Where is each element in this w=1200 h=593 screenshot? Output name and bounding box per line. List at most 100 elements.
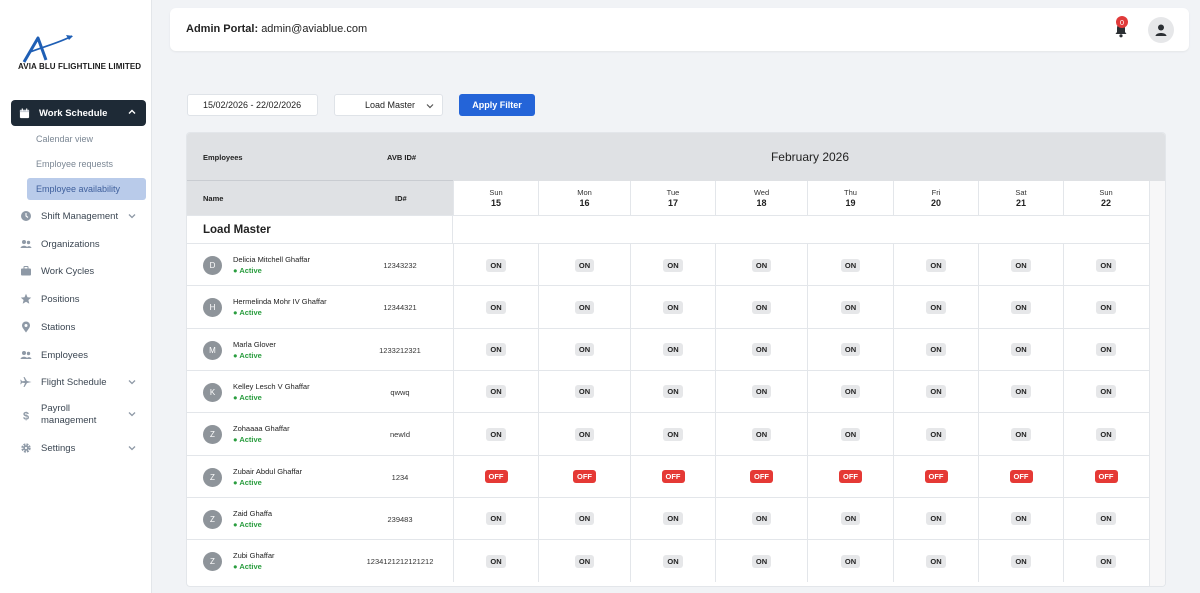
- availability-cell[interactable]: ON: [807, 370, 893, 413]
- availability-cell[interactable]: ON: [630, 540, 715, 583]
- availability-pill: ON: [1096, 554, 1116, 568]
- availability-cell[interactable]: ON: [1063, 540, 1148, 583]
- availability-cell[interactable]: ON: [978, 286, 1063, 329]
- availability-cell[interactable]: ON: [893, 540, 978, 583]
- svg-text:$: $: [23, 411, 29, 422]
- availability-cell[interactable]: OFF: [715, 455, 807, 498]
- availability-cell[interactable]: ON: [978, 413, 1063, 456]
- nav-stations[interactable]: Stations: [20, 317, 146, 337]
- availability-cell[interactable]: ON: [978, 497, 1063, 540]
- chevron-down-icon[interactable]: [127, 377, 137, 387]
- availability-pill: ON: [751, 512, 772, 526]
- availability-cell[interactable]: ON: [715, 540, 807, 583]
- availability-cell[interactable]: ON: [453, 328, 538, 371]
- header-avb-id: AVB ID#: [387, 153, 417, 162]
- nav-shift-management[interactable]: Shift Management: [20, 206, 146, 226]
- availability-cell[interactable]: OFF: [538, 455, 630, 498]
- availability-cell[interactable]: ON: [453, 497, 538, 540]
- chevron-down-icon[interactable]: [127, 211, 137, 221]
- availability-cell[interactable]: ON: [453, 370, 538, 413]
- position-select[interactable]: Load Master: [334, 94, 443, 116]
- chevron-down-icon[interactable]: [127, 443, 137, 453]
- availability-cell[interactable]: ON: [630, 497, 715, 540]
- header-employees: Employees: [203, 153, 243, 162]
- availability-cell[interactable]: ON: [715, 286, 807, 329]
- availability-cell[interactable]: ON: [715, 244, 807, 286]
- availability-pill: OFF: [750, 470, 773, 483]
- availability-cell[interactable]: ON: [715, 413, 807, 456]
- nav-organizations[interactable]: Organizations: [20, 234, 146, 254]
- availability-cell[interactable]: ON: [1063, 244, 1148, 286]
- availability-cell[interactable]: OFF: [807, 455, 893, 498]
- nav-positions[interactable]: Positions: [20, 289, 146, 309]
- availability-cell[interactable]: ON: [1063, 413, 1148, 456]
- availability-cell[interactable]: ON: [978, 328, 1063, 371]
- availability-cell[interactable]: ON: [1063, 286, 1148, 329]
- employee-name: Marla Glover: [233, 339, 276, 349]
- availability-cell[interactable]: ON: [893, 497, 978, 540]
- date-range-input[interactable]: 15/02/2026 - 22/02/2026: [187, 94, 318, 116]
- availability-cell[interactable]: ON: [538, 540, 630, 583]
- availability-cell[interactable]: ON: [807, 286, 893, 329]
- nav-flight-schedule[interactable]: Flight Schedule: [20, 372, 146, 392]
- availability-cell[interactable]: ON: [715, 328, 807, 371]
- availability-cell[interactable]: ON: [893, 413, 978, 456]
- availability-cell[interactable]: ON: [453, 540, 538, 583]
- availability-cell[interactable]: ON: [630, 286, 715, 329]
- availability-cell[interactable]: ON: [978, 370, 1063, 413]
- availability-cell[interactable]: ON: [807, 244, 893, 286]
- availability-cell[interactable]: ON: [538, 286, 630, 329]
- availability-cell[interactable]: ON: [538, 370, 630, 413]
- nav-employees[interactable]: Employees: [20, 345, 146, 365]
- availability-cell[interactable]: ON: [538, 328, 630, 371]
- nav-payroll-management[interactable]: $ Payroll management: [20, 401, 146, 429]
- availability-cell[interactable]: ON: [807, 328, 893, 371]
- availability-cell[interactable]: ON: [1063, 497, 1148, 540]
- availability-cell[interactable]: ON: [893, 328, 978, 371]
- star-icon: [20, 293, 32, 304]
- availability-cell[interactable]: ON: [538, 497, 630, 540]
- nav-settings[interactable]: Settings: [20, 438, 146, 458]
- availability-cell[interactable]: ON: [807, 413, 893, 456]
- availability-cell[interactable]: ON: [630, 413, 715, 456]
- availability-cell[interactable]: ON: [807, 497, 893, 540]
- availability-pill: ON: [1011, 258, 1031, 272]
- availability-cell[interactable]: OFF: [893, 455, 978, 498]
- availability-cell[interactable]: ON: [893, 370, 978, 413]
- availability-cell[interactable]: ON: [1063, 328, 1148, 371]
- availability-cell[interactable]: ON: [538, 244, 630, 286]
- apply-filter-button[interactable]: Apply Filter: [459, 94, 535, 116]
- availability-cell[interactable]: ON: [630, 370, 715, 413]
- availability-cell[interactable]: OFF: [1063, 455, 1148, 498]
- availability-cell[interactable]: ON: [715, 370, 807, 413]
- nav-flight-schedule-label: Flight Schedule: [41, 376, 107, 388]
- availability-cell[interactable]: OFF: [630, 455, 715, 498]
- availability-cell[interactable]: ON: [893, 286, 978, 329]
- subnav-calendar-view[interactable]: Calendar view: [27, 128, 146, 150]
- availability-pill: ON: [1096, 427, 1116, 441]
- availability-cell[interactable]: ON: [453, 244, 538, 286]
- table-row: Z Zubair Abdul Ghaffar ● Active 1234 OFF OFF O…: [187, 454, 1165, 498]
- availability-cell[interactable]: OFF: [978, 455, 1063, 498]
- availability-cell[interactable]: OFF: [453, 455, 538, 498]
- avatar: Z: [203, 467, 222, 487]
- availability-cell[interactable]: ON: [978, 244, 1063, 286]
- availability-cell[interactable]: ON: [807, 540, 893, 583]
- availability-cell[interactable]: ON: [538, 413, 630, 456]
- user-avatar[interactable]: [1148, 17, 1174, 43]
- map-pin-icon: [22, 321, 30, 333]
- chevron-down-icon[interactable]: [127, 409, 137, 419]
- availability-cell[interactable]: ON: [453, 286, 538, 329]
- availability-cell[interactable]: ON: [630, 244, 715, 286]
- chevron-up-icon[interactable]: [127, 107, 137, 117]
- availability-cell[interactable]: ON: [893, 244, 978, 286]
- availability-cell[interactable]: ON: [715, 497, 807, 540]
- subnav-employee-requests[interactable]: Employee requests: [27, 153, 146, 175]
- nav-work-schedule[interactable]: Work Schedule: [11, 100, 146, 126]
- availability-cell[interactable]: ON: [630, 328, 715, 371]
- availability-cell[interactable]: ON: [978, 540, 1063, 583]
- nav-work-cycles[interactable]: Work Cycles: [20, 261, 146, 281]
- availability-cell[interactable]: ON: [1063, 370, 1148, 413]
- availability-cell[interactable]: ON: [453, 413, 538, 456]
- subnav-employee-availability[interactable]: Employee availability: [27, 178, 146, 200]
